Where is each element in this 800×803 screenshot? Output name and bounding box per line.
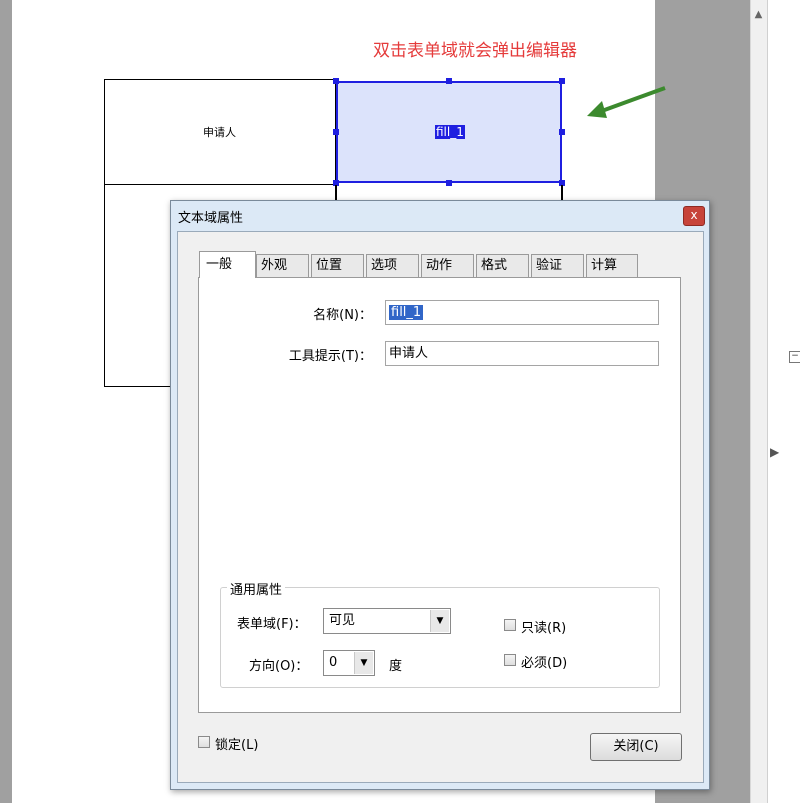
tooltip-label: 工具提示(T)：	[288, 349, 372, 364]
expand-arrow-icon[interactable]: ▶	[770, 445, 779, 459]
form-field-label: 表单域(F)：	[237, 617, 307, 632]
collapse-minus-icon[interactable]: −	[789, 351, 800, 363]
tooltip-input[interactable]: 申请人	[385, 341, 659, 366]
chevron-down-icon[interactable]: ▼	[430, 610, 449, 632]
annotation-text: 双击表单域就会弹出编辑器	[373, 41, 577, 61]
tab-calculate[interactable]: 计算	[586, 254, 638, 277]
close-button[interactable]: 关闭(C)	[590, 733, 682, 761]
resize-handle[interactable]	[333, 78, 339, 84]
tab-position[interactable]: 位置	[311, 254, 364, 277]
name-label: 名称(N)：	[313, 308, 372, 323]
chevron-down-icon[interactable]: ▼	[354, 652, 373, 674]
required-checkbox[interactable]	[504, 654, 516, 666]
resize-handle[interactable]	[333, 129, 339, 135]
close-icon[interactable]: x	[683, 206, 705, 226]
form-field-name: fill_1	[435, 125, 465, 139]
vertical-scrollbar[interactable]	[750, 0, 768, 803]
direction-select-value: 0	[329, 655, 338, 670]
required-label: 必须(D)	[521, 656, 568, 671]
resize-handle[interactable]	[446, 78, 452, 84]
name-input[interactable]: fill_1	[385, 300, 659, 325]
visibility-select[interactable]: 可见 ▼	[323, 608, 451, 634]
tab-actions[interactable]: 动作	[421, 254, 474, 277]
name-input-value: fill_1	[389, 305, 424, 320]
common-properties-title: 通用属性	[227, 579, 286, 598]
resize-handle[interactable]	[559, 78, 565, 84]
direction-label: 方向(O)：	[249, 659, 309, 674]
tab-general[interactable]: 一般	[199, 251, 256, 278]
applicant-label: 申请人	[203, 126, 236, 139]
dialog-title: 文本域属性	[178, 211, 244, 226]
side-panel	[767, 0, 800, 803]
resize-handle[interactable]	[559, 129, 565, 135]
tab-validate[interactable]: 验证	[531, 254, 584, 277]
readonly-label: 只读(R)	[521, 621, 567, 636]
lock-checkbox[interactable]	[198, 736, 210, 748]
degree-unit-label: 度	[389, 659, 403, 674]
lock-label: 锁定(L)	[215, 738, 259, 753]
readonly-checkbox[interactable]	[504, 619, 516, 631]
tab-options[interactable]: 选项	[366, 254, 419, 277]
tab-format[interactable]: 格式	[476, 254, 529, 277]
annotation-arrow-icon	[587, 86, 666, 118]
visibility-select-value: 可见	[329, 613, 356, 628]
tab-appearance[interactable]: 外观	[256, 254, 309, 277]
scroll-up-arrow-icon[interactable]: ▲	[750, 8, 767, 22]
direction-select[interactable]: 0 ▼	[323, 650, 375, 676]
